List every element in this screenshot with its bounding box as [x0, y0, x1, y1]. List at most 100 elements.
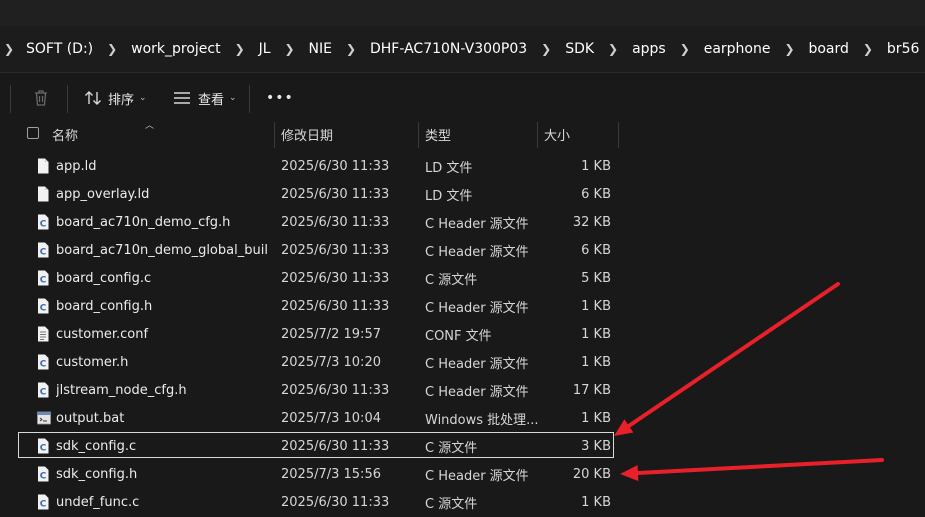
- c-file-icon: C: [37, 376, 49, 404]
- column-header-name[interactable]: 名称: [52, 120, 78, 148]
- more-options-button[interactable]: •••: [266, 87, 294, 109]
- chevron-right-icon[interactable]: ❯: [229, 42, 251, 56]
- chevron-right-icon[interactable]: ❯: [101, 42, 123, 56]
- toolbar-divider: [10, 85, 11, 113]
- breadcrumb-item[interactable]: DHF-AC710N-V300P03: [362, 41, 535, 57]
- chevron-right-icon[interactable]: ❯: [602, 42, 624, 56]
- address-bar[interactable]: ❯ SOFT (D:) ❯ work_project ❯ JL ❯ NIE ❯ …: [0, 26, 925, 73]
- breadcrumb-item[interactable]: earphone: [696, 41, 779, 57]
- c-file-icon: C: [37, 348, 49, 376]
- file-row[interactable]: app.ld 2025/6/30 11:33 LD 文件 1 KB: [0, 152, 925, 180]
- file-size: 1 KB: [581, 410, 611, 426]
- breadcrumb-item[interactable]: SOFT (D:): [18, 41, 101, 57]
- title-strip: [0, 0, 925, 26]
- file-row[interactable]: Cboard_config.c 2025/6/30 11:33 C 源文件 5 KB: [0, 264, 925, 292]
- file-name: board_ac710n_demo_cfg.h: [56, 214, 231, 230]
- view-list-icon: [174, 92, 190, 104]
- file-size: 1 KB: [581, 158, 611, 174]
- c-file-icon: C: [37, 432, 49, 460]
- svg-text:C: C: [40, 220, 47, 230]
- column-header-modified[interactable]: 修改日期: [281, 120, 333, 148]
- c-file-icon: C: [37, 236, 49, 264]
- breadcrumb-item[interactable]: work_project: [123, 41, 228, 57]
- file-name: board_ac710n_demo_global_build_...: [56, 242, 268, 258]
- c-file-icon: C: [37, 264, 49, 292]
- chevron-right-icon[interactable]: ❯: [674, 42, 696, 56]
- breadcrumb-item[interactable]: br56: [879, 41, 925, 57]
- file-row[interactable]: Cjlstream_node_cfg.h 2025/6/30 11:33 C Hea…: [0, 376, 925, 404]
- breadcrumb: ❯ SOFT (D:) ❯ work_project ❯ JL ❯ NIE ❯ …: [0, 26, 925, 72]
- view-button[interactable]: 查看 ⌄: [173, 87, 237, 109]
- breadcrumb-item[interactable]: SDK: [557, 41, 602, 57]
- file-modified: 2025/7/3 15:56: [281, 466, 381, 482]
- svg-text:C: C: [40, 444, 47, 454]
- batch-file-icon: [37, 404, 51, 432]
- chevron-right-icon[interactable]: ❯: [340, 42, 362, 56]
- column-divider[interactable]: [618, 122, 619, 148]
- file-row[interactable]: Cboard_ac710n_demo_cfg.h 2025/6/30 11:33 C…: [0, 208, 925, 236]
- file-type: Windows 批处理...: [425, 412, 539, 428]
- svg-text:C: C: [40, 500, 47, 510]
- breadcrumb-item[interactable]: NIE: [301, 41, 340, 57]
- file-icon: [37, 152, 49, 180]
- svg-text:C: C: [40, 304, 47, 314]
- column-divider[interactable]: [274, 122, 275, 148]
- file-row[interactable]: Cundef_func.c 2025/6/30 11:33 C 源文件 1 KB: [0, 488, 925, 516]
- file-type: C Header 源文件: [425, 468, 529, 484]
- file-modified: 2025/6/30 11:33: [281, 494, 390, 510]
- svg-text:C: C: [40, 472, 47, 482]
- file-name: app_overlay.ld: [56, 186, 150, 202]
- trash-icon: [35, 90, 47, 106]
- file-size: 1 KB: [581, 326, 611, 342]
- file-row[interactable]: Csdk_config.h 2025/7/3 15:56 C Header 源文件 2…: [0, 460, 925, 488]
- c-file-icon: C: [37, 488, 49, 516]
- column-header-size[interactable]: 大小: [544, 120, 570, 148]
- file-name: output.bat: [56, 410, 125, 426]
- file-type: C 源文件: [425, 272, 478, 288]
- column-divider[interactable]: [418, 122, 419, 148]
- column-header-type[interactable]: 类型: [425, 120, 451, 148]
- file-name: sdk_config.h: [56, 466, 138, 482]
- sort-icon: [85, 91, 101, 105]
- c-file-icon: C: [37, 208, 49, 236]
- sort-button[interactable]: 排序 ⌄: [84, 87, 147, 109]
- file-name: board_config.c: [56, 270, 152, 286]
- file-row[interactable]: Cboard_ac710n_demo_global_build_... 2025/…: [0, 236, 925, 264]
- file-row[interactable]: Ccustomer.h 2025/7/3 10:20 C Header 源文件 1 K…: [0, 348, 925, 376]
- file-row[interactable]: Cboard_config.h 2025/6/30 11:33 C Header 源…: [0, 292, 925, 320]
- breadcrumb-item[interactable]: board: [800, 41, 856, 57]
- chevron-right-icon[interactable]: ❯: [535, 42, 557, 56]
- file-name: app.ld: [56, 158, 97, 174]
- file-type: LD 文件: [425, 160, 473, 176]
- column-divider[interactable]: [537, 122, 538, 148]
- file-row[interactable]: output.bat 2025/7/3 10:04 Windows 批处理... 1 …: [0, 404, 925, 432]
- chevron-right-icon: ❯: [3, 42, 15, 56]
- toolbar-divider: [249, 85, 250, 113]
- breadcrumb-item[interactable]: apps: [624, 41, 674, 57]
- file-name: jlstream_node_cfg.h: [56, 382, 187, 398]
- chevron-right-icon[interactable]: ❯: [778, 42, 800, 56]
- file-size: 1 KB: [581, 494, 611, 510]
- delete-button[interactable]: [33, 87, 49, 109]
- file-row[interactable]: customer.conf 2025/7/2 19:57 CONF 文件 1 KB: [0, 320, 925, 348]
- file-size: 6 KB: [581, 186, 611, 202]
- file-row[interactable]: app_overlay.ld 2025/6/30 11:33 LD 文件 6 KB: [0, 180, 925, 208]
- select-all-checkbox[interactable]: [27, 127, 39, 139]
- chevron-right-icon[interactable]: ❯: [857, 42, 879, 56]
- file-modified: 2025/7/3 10:20: [281, 354, 381, 370]
- file-modified: 2025/6/30 11:33: [281, 298, 390, 314]
- text-file-icon: [37, 320, 49, 348]
- file-name: board_config.h: [56, 298, 153, 314]
- file-type: C Header 源文件: [425, 244, 529, 260]
- view-label: 查看: [198, 92, 225, 108]
- file-modified: 2025/6/30 11:33: [281, 186, 390, 202]
- chevron-right-icon[interactable]: ❯: [279, 42, 301, 56]
- file-name: customer.conf: [56, 326, 149, 342]
- breadcrumb-item[interactable]: JL: [251, 41, 279, 57]
- file-size: 20 KB: [572, 466, 611, 482]
- column-header: ︿ 名称 修改日期 类型 大小: [0, 120, 925, 148]
- file-row-selected[interactable]: Csdk_config.c 2025/6/30 11:33 C 源文件 3 KB: [0, 432, 925, 460]
- file-size: 3 KB: [581, 438, 611, 454]
- file-size: 5 KB: [581, 270, 611, 286]
- toolbar-divider: [67, 85, 68, 113]
